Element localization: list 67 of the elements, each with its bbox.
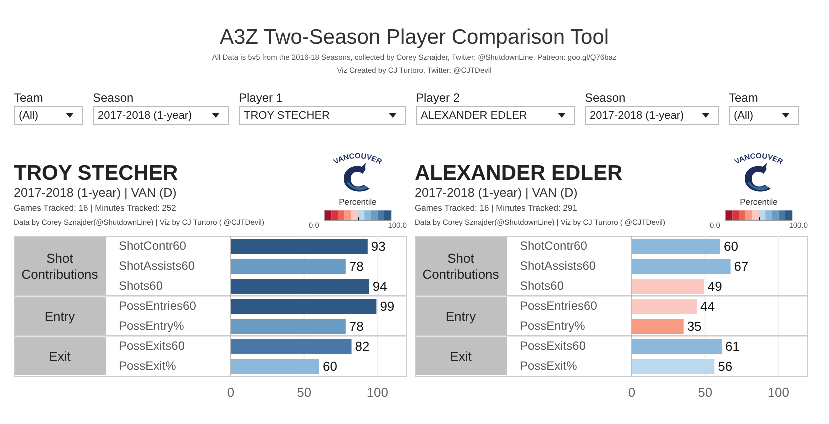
metric-label: PossEntry% (119, 319, 184, 333)
metric-label: PossEntries60 (119, 299, 196, 313)
metric-label: PossExit% (119, 359, 176, 373)
value-label: 60 (724, 239, 738, 254)
value-label: 99 (380, 299, 395, 314)
caret-icon (389, 113, 397, 118)
value-label: 56 (718, 359, 733, 374)
metric-label: PossExit% (520, 359, 578, 373)
axis-tick-label: 0 (227, 385, 235, 400)
axis-tick-label: 50 (698, 385, 713, 400)
group-label: Shot Contributions (22, 251, 98, 282)
value-label: 78 (349, 259, 364, 274)
group-label: Exit (450, 349, 472, 364)
value-label: 82 (355, 339, 370, 354)
metric-label: PossEntries60 (520, 299, 598, 313)
filter-dropdown[interactable]: (All) (14, 106, 83, 125)
value-label: 67 (734, 259, 749, 274)
metric-label: ShotContr60 (520, 239, 588, 253)
value-label: 60 (323, 359, 338, 374)
page-title: A3Z Two-Season Player Comparison Tool (218, 26, 610, 50)
axis-tick-label: 0 (628, 385, 636, 400)
caret-icon (558, 113, 566, 118)
value-label: 61 (725, 339, 740, 354)
filter-label: Season (93, 91, 134, 106)
group-label: Entry (446, 309, 476, 324)
season-team: 2017-2018 (1-year) | VAN (D) (14, 185, 178, 201)
filter-dropdown[interactable]: 2017-2018 (1-year) (585, 106, 719, 125)
value-label: 35 (687, 319, 702, 334)
metric-label: ShotContr60 (119, 239, 186, 253)
group-label: Shot Contributions (422, 251, 500, 282)
metric-label: ShotAssists60 (119, 259, 196, 273)
metric-label: Shots60 (520, 279, 564, 293)
axis-tick-label: 100 (768, 385, 790, 400)
value-label: 78 (349, 319, 364, 334)
caret-icon (66, 113, 74, 118)
metric-label: PossExits60 (520, 339, 586, 353)
filter-label: Player 2 (416, 91, 460, 106)
filter-label: Season (585, 91, 626, 106)
tracked-stats: Games Tracked: 16 | Minutes Tracked: 291 (415, 202, 578, 215)
value-label: 93 (371, 239, 386, 254)
value-label: 94 (372, 279, 388, 294)
player-name: TROY STECHER (14, 163, 180, 185)
metric-label: PossEntry% (520, 319, 586, 333)
caret-icon (782, 113, 790, 118)
player-name: ALEXANDER EDLER (415, 163, 624, 185)
tracked-stats: Games Tracked: 16 | Minutes Tracked: 252 (14, 202, 178, 215)
group-label: Exit (49, 349, 71, 364)
caret-icon (702, 113, 710, 118)
season-team: 2017-2018 (1-year) | VAN (D) (415, 185, 579, 201)
metric-label: ShotAssists60 (520, 259, 596, 273)
metric-label: Shots60 (119, 279, 164, 293)
legend-title: Percentile (740, 197, 778, 207)
value-label: 44 (700, 299, 715, 314)
metric-label: PossExits60 (119, 339, 186, 353)
caret-icon (212, 113, 220, 118)
legend-title: Percentile (339, 197, 377, 207)
filter-label: Team (729, 91, 758, 106)
group-label: Entry (44, 309, 76, 324)
filter-dropdown[interactable]: (All) (729, 106, 799, 125)
filter-dropdown[interactable]: 2017-2018 (1-year) (93, 106, 229, 125)
filter-label: Team (14, 91, 44, 106)
filter-dropdown[interactable]: ALEXANDER EDLER (416, 106, 575, 125)
axis-tick-label: 50 (297, 385, 312, 400)
axis-tick-label: 100 (366, 385, 389, 400)
filter-dropdown[interactable]: TROY STECHER (239, 106, 406, 125)
filter-label: Player 1 (239, 91, 284, 106)
value-label: 49 (708, 279, 722, 294)
